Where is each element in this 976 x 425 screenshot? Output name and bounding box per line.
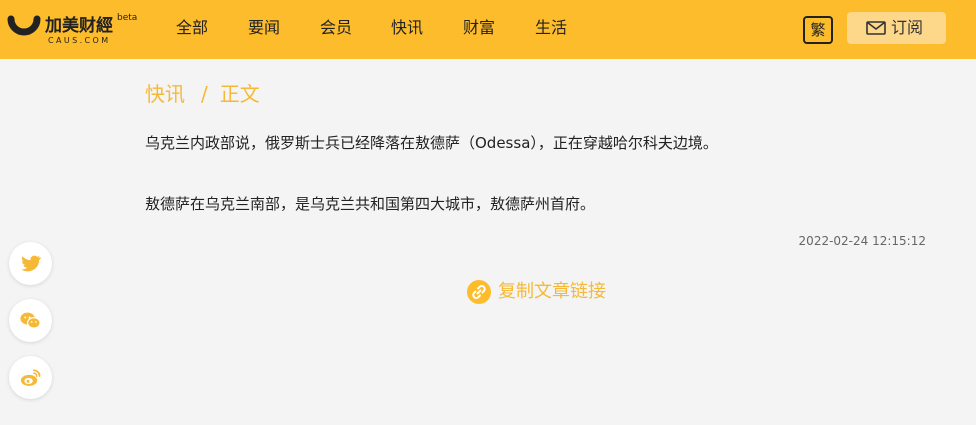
envelope-icon — [866, 21, 886, 35]
logo-mark-icon — [7, 15, 41, 36]
breadcrumb-current: 正文 — [219, 82, 260, 106]
subscribe-button[interactable]: 订阅 — [847, 12, 946, 44]
share-wechat-button[interactable] — [9, 299, 52, 342]
subscribe-label: 订阅 — [891, 18, 924, 37]
share-twitter-button[interactable] — [9, 242, 52, 285]
site-logo[interactable]: 加美财經 CAUS.COM beta — [7, 11, 137, 47]
breadcrumb-separator: / — [201, 82, 208, 106]
nav-item-life[interactable]: 生活 — [535, 17, 567, 39]
nav-item-wealth[interactable]: 财富 — [463, 17, 495, 39]
article-paragraph: 乌克兰内政部说，俄罗斯士兵已经降落在敖德萨（Odessa），正在穿越哈尔科夫边境… — [145, 134, 718, 152]
breadcrumb-section[interactable]: 快讯 — [145, 82, 185, 106]
copy-link-label: 复制文章链接 — [498, 281, 606, 302]
twitter-icon — [21, 255, 42, 272]
article-paragraph: 敖德萨在乌克兰南部，是乌克兰共和国第四大城市，敖德萨州首府。 — [145, 195, 596, 213]
share-weibo-button[interactable] — [9, 356, 52, 399]
wechat-icon — [20, 312, 41, 329]
top-bar: 加美财經 CAUS.COM beta 全部 要闻 会员 快讯 财富 生活 繁 订… — [0, 0, 976, 59]
nav-item-headlines[interactable]: 要闻 — [248, 17, 280, 39]
beta-badge: beta — [117, 13, 138, 23]
logo-domain: CAUS.COM — [48, 36, 111, 45]
link-icon — [467, 280, 491, 304]
traditional-chinese-toggle[interactable]: 繁 — [803, 16, 833, 44]
logo-name: 加美财經 — [45, 16, 113, 36]
nav-item-flash[interactable]: 快讯 — [391, 17, 423, 39]
nav-item-all[interactable]: 全部 — [176, 17, 208, 39]
article-timestamp: 2022-02-24 12:15:12 — [798, 234, 926, 248]
nav-item-membership[interactable]: 会员 — [320, 17, 352, 39]
breadcrumb: 快讯 / 正文 — [145, 82, 260, 106]
weibo-icon — [20, 369, 41, 386]
